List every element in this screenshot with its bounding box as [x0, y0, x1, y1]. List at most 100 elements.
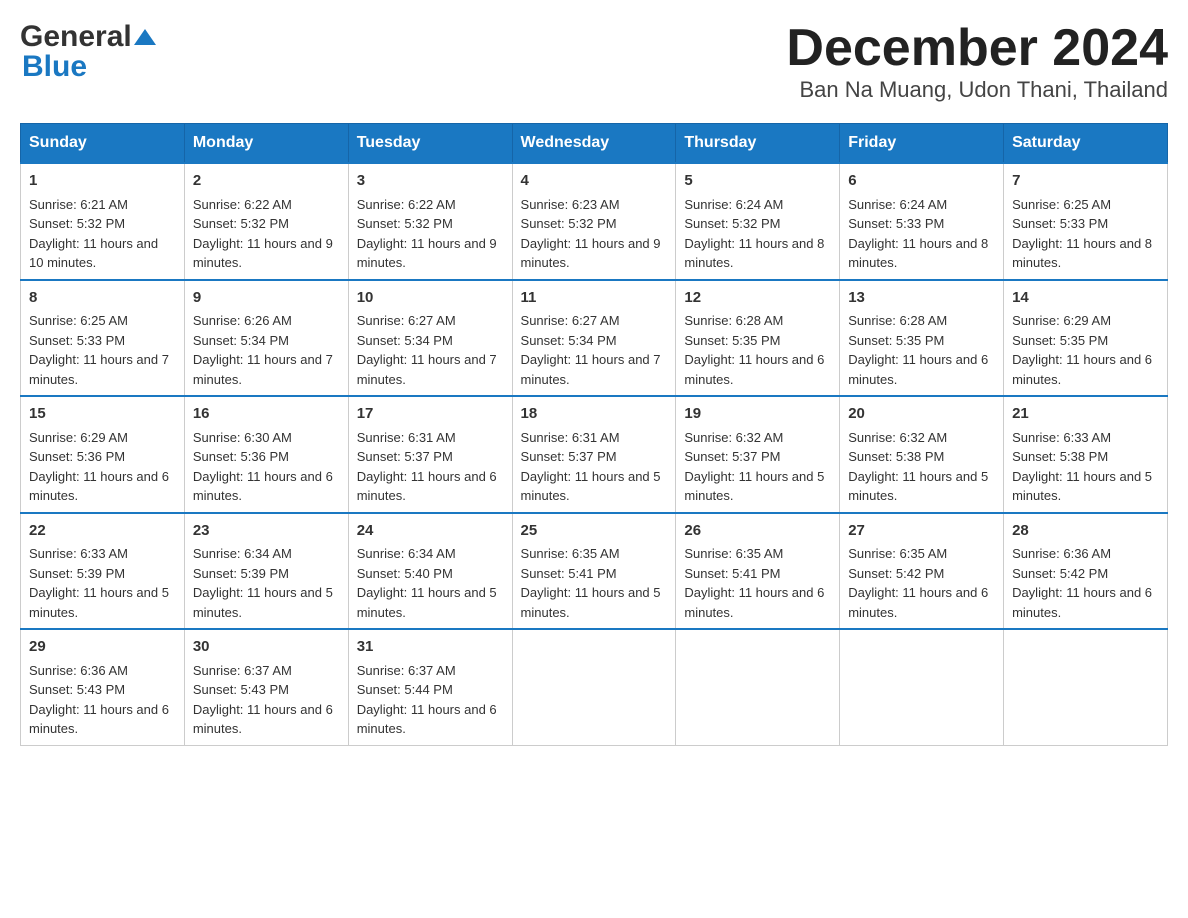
sunrise-label: Sunrise: 6:35 AM: [848, 546, 947, 561]
day-number: 30: [193, 636, 340, 659]
sunset-label: Sunset: 5:39 PM: [193, 566, 289, 581]
day-header-wednesday: Wednesday: [512, 124, 676, 164]
sunset-label: Sunset: 5:32 PM: [193, 216, 289, 231]
day-number: 7: [1012, 170, 1159, 193]
day-number: 20: [848, 403, 995, 426]
sunset-label: Sunset: 5:35 PM: [684, 333, 780, 348]
sunset-label: Sunset: 5:35 PM: [848, 333, 944, 348]
calendar-cell: 7 Sunrise: 6:25 AM Sunset: 5:33 PM Daylight…: [1004, 163, 1168, 280]
daylight-label: Daylight: 11 hours and 6 minutes.: [1012, 585, 1152, 620]
calendar-cell: 12Sunrise: 6:28 AMSunset: 5:35 PMDayligh…: [676, 280, 840, 397]
title-area: December 2024 Ban Na Muang, Udon Thani, …: [786, 20, 1168, 103]
daylight-label: Daylight: 11 hours and 6 minutes.: [29, 469, 169, 504]
daylight-label: Daylight: 11 hours and 7 minutes.: [29, 352, 169, 387]
logo-blue-text: Blue: [20, 50, 87, 84]
sunrise-label: Sunrise: 6:21 AM: [29, 197, 128, 212]
day-number: 2: [193, 170, 340, 193]
daylight-label: Daylight: 11 hours and 7 minutes.: [193, 352, 333, 387]
sunrise-label: Sunrise: 6:23 AM: [521, 197, 620, 212]
day-header-tuesday: Tuesday: [348, 124, 512, 164]
daylight-label: Daylight: 11 hours and 10 minutes.: [29, 236, 158, 271]
week-row-5: 29Sunrise: 6:36 AMSunset: 5:43 PMDayligh…: [21, 629, 1168, 745]
sunrise-label: Sunrise: 6:30 AM: [193, 430, 292, 445]
sunset-label: Sunset: 5:34 PM: [193, 333, 289, 348]
calendar-cell: 30Sunrise: 6:37 AMSunset: 5:43 PMDayligh…: [184, 629, 348, 745]
sunset-label: Sunset: 5:32 PM: [521, 216, 617, 231]
day-number: 6: [848, 170, 995, 193]
calendar-cell: 27 Sunrise: 6:35 AM Sunset: 5:42 PM Dayligh…: [840, 513, 1004, 630]
sunrise-label: Sunrise: 6:31 AM: [357, 430, 456, 445]
sunset-label: Sunset: 5:36 PM: [29, 449, 125, 464]
calendar-cell: 15Sunrise: 6:29 AMSunset: 5:36 PMDayligh…: [21, 396, 185, 513]
calendar-cell: 11Sunrise: 6:27 AMSunset: 5:34 PMDayligh…: [512, 280, 676, 397]
calendar-cell: 23Sunrise: 6:34 AMSunset: 5:39 PMDayligh…: [184, 513, 348, 630]
sunset-label: Sunset: 5:37 PM: [357, 449, 453, 464]
location-subtitle: Ban Na Muang, Udon Thani, Thailand: [786, 77, 1168, 103]
logo: General Blue: [20, 20, 156, 84]
day-header-sunday: Sunday: [21, 124, 185, 164]
day-number: 1: [29, 170, 176, 193]
day-number: 8: [29, 287, 176, 310]
logo-triangle-icon: [134, 27, 156, 49]
calendar-cell: 13Sunrise: 6:28 AMSunset: 5:35 PMDayligh…: [840, 280, 1004, 397]
sunrise-label: Sunrise: 6:27 AM: [521, 313, 620, 328]
day-number: 23: [193, 520, 340, 543]
daylight-label: Daylight: 11 hours and 5 minutes.: [193, 585, 333, 620]
daylight-label: Daylight: 11 hours and 6 minutes.: [848, 585, 988, 620]
sunset-label: Sunset: 5:40 PM: [357, 566, 453, 581]
daylight-label: Daylight: 11 hours and 6 minutes.: [193, 469, 333, 504]
sunrise-label: Sunrise: 6:34 AM: [357, 546, 456, 561]
daylight-label: Daylight: 11 hours and 8 minutes.: [1012, 236, 1152, 271]
daylight-label: Daylight: 11 hours and 6 minutes.: [357, 469, 497, 504]
calendar-cell: 22Sunrise: 6:33 AMSunset: 5:39 PMDayligh…: [21, 513, 185, 630]
calendar-cell: 17 Sunrise: 6:31 AM Sunset: 5:37 PM Dayligh…: [348, 396, 512, 513]
sunrise-label: Sunrise: 6:32 AM: [684, 430, 783, 445]
calendar-cell: 5Sunrise: 6:24 AMSunset: 5:32 PMDaylight…: [676, 163, 840, 280]
day-number: 12: [684, 287, 831, 310]
day-number: 10: [357, 287, 504, 310]
calendar-cell: 26Sunrise: 6:35 AMSunset: 5:41 PMDayligh…: [676, 513, 840, 630]
sunset-label: Sunset: 5:43 PM: [29, 682, 125, 697]
calendar-cell: 2Sunrise: 6:22 AMSunset: 5:32 PMDaylight…: [184, 163, 348, 280]
day-number: 24: [357, 520, 504, 543]
sunset-label: Sunset: 5:43 PM: [193, 682, 289, 697]
sunset-label: Sunset: 5:32 PM: [684, 216, 780, 231]
daylight-label: Daylight: 11 hours and 7 minutes.: [357, 352, 497, 387]
calendar-cell: 25Sunrise: 6:35 AMSunset: 5:41 PMDayligh…: [512, 513, 676, 630]
sunset-label: Sunset: 5:42 PM: [848, 566, 944, 581]
sunset-label: Sunset: 5:41 PM: [684, 566, 780, 581]
day-number: 18: [521, 403, 668, 426]
day-number: 28: [1012, 520, 1159, 543]
day-number: 17: [357, 403, 504, 426]
day-number: 27: [848, 520, 995, 543]
daylight-label: Daylight: 11 hours and 8 minutes.: [684, 236, 824, 271]
sunrise-label: Sunrise: 6:22 AM: [193, 197, 292, 212]
sunset-label: Sunset: 5:33 PM: [1012, 216, 1108, 231]
sunset-label: Sunset: 5:35 PM: [1012, 333, 1108, 348]
sunrise-label: Sunrise: 6:25 AM: [1012, 197, 1111, 212]
daylight-label: Daylight: 11 hours and 8 minutes.: [848, 236, 988, 271]
sunrise-label: Sunrise: 6:37 AM: [193, 663, 292, 678]
day-number: 21: [1012, 403, 1159, 426]
sunset-label: Sunset: 5:32 PM: [357, 216, 453, 231]
day-header-saturday: Saturday: [1004, 124, 1168, 164]
sunset-label: Sunset: 5:33 PM: [29, 333, 125, 348]
sunset-label: Sunset: 5:32 PM: [29, 216, 125, 231]
day-number: 15: [29, 403, 176, 426]
sunrise-label: Sunrise: 6:26 AM: [193, 313, 292, 328]
sunset-label: Sunset: 5:36 PM: [193, 449, 289, 464]
sunrise-label: Sunrise: 6:35 AM: [684, 546, 783, 561]
sunrise-label: Sunrise: 6:29 AM: [1012, 313, 1111, 328]
day-number: 11: [521, 287, 668, 310]
calendar-cell: 1 Sunrise: 6:21 AM Sunset: 5:32 PM Daylight…: [21, 163, 185, 280]
sunrise-label: Sunrise: 6:31 AM: [521, 430, 620, 445]
sunset-label: Sunset: 5:37 PM: [521, 449, 617, 464]
logo-general-text: General: [20, 20, 132, 54]
sunset-label: Sunset: 5:44 PM: [357, 682, 453, 697]
daylight-label: Daylight: 11 hours and 5 minutes.: [684, 469, 824, 504]
daylight-label: Daylight: 11 hours and 9 minutes.: [521, 236, 661, 271]
day-number: 22: [29, 520, 176, 543]
calendar-cell: 10Sunrise: 6:27 AMSunset: 5:34 PMDayligh…: [348, 280, 512, 397]
calendar-table: SundayMondayTuesdayWednesdayThursdayFrid…: [20, 123, 1168, 746]
calendar-cell: 8Sunrise: 6:25 AMSunset: 5:33 PMDaylight…: [21, 280, 185, 397]
